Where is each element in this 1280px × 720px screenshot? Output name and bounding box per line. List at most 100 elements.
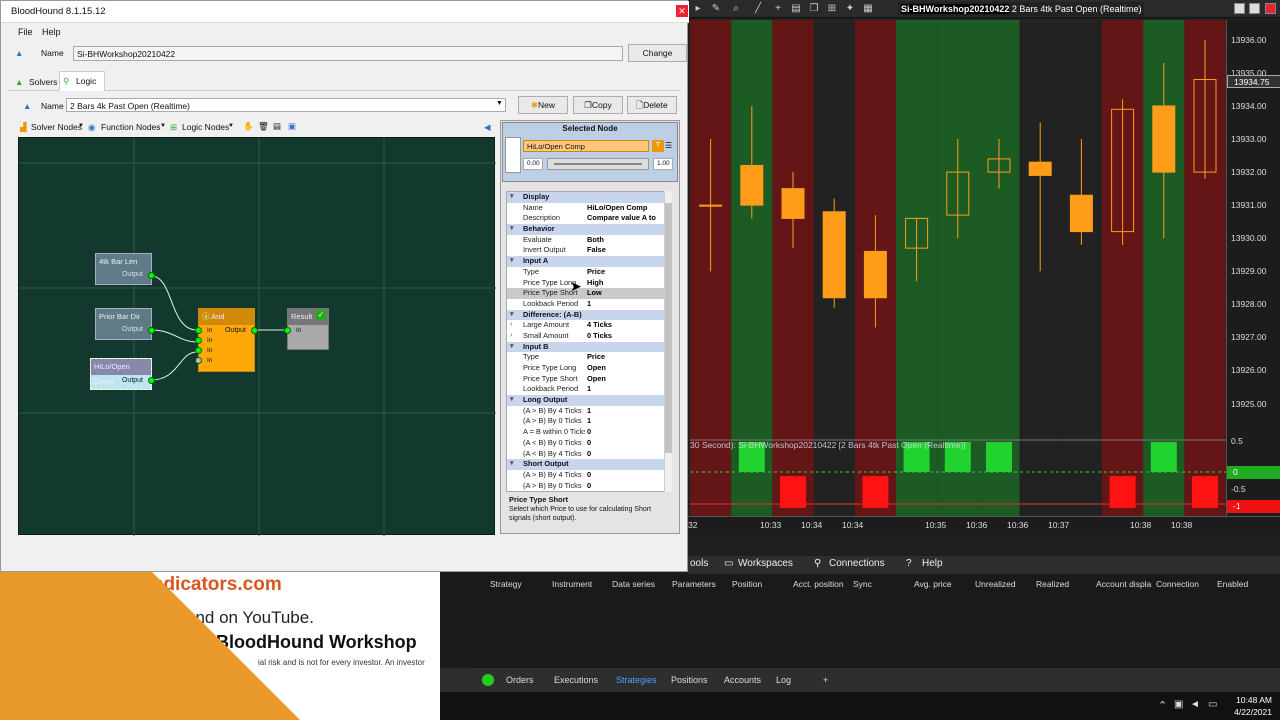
property-row[interactable]: › Large Amount 4 Ticks — [507, 320, 671, 331]
property-value[interactable]: Low — [587, 288, 602, 299]
property-row[interactable]: Description Compare value A to — [507, 213, 671, 224]
property-row[interactable]: Type Price — [507, 267, 671, 278]
property-value[interactable]: 0 — [587, 470, 591, 481]
close-icon[interactable]: ✕ — [676, 5, 688, 17]
chevron-down-icon[interactable]: ▾ — [510, 192, 514, 203]
node-prior-bar-dir[interactable]: Prior Bar Dir Output — [95, 308, 155, 340]
delete-button[interactable]: 🗋Delete — [627, 96, 677, 114]
property-row[interactable]: Price Type Short Low — [507, 288, 671, 299]
property-category[interactable]: ▾ Input B — [507, 341, 671, 353]
col-realized[interactable]: Realized — [1036, 579, 1069, 589]
new-button[interactable]: ✱New — [518, 96, 568, 114]
property-value[interactable]: 0 — [587, 427, 591, 438]
property-scrollbar[interactable] — [664, 191, 672, 492]
property-value[interactable]: 1 — [587, 406, 591, 417]
property-row[interactable]: Lookback Period 1 — [507, 299, 671, 310]
property-row[interactable]: Name HiLo/Open Comp — [507, 203, 671, 214]
menu-workspaces[interactable]: Workspaces — [738, 558, 793, 569]
arrow-icon[interactable]: ▸ — [692, 3, 704, 15]
function-nodes-dropdown[interactable]: Function Nodes — [101, 122, 161, 132]
property-value[interactable]: Compare value A to — [587, 213, 656, 224]
property-row[interactable]: Price Type Short Open — [507, 374, 671, 385]
property-grid[interactable]: ▾ Display Name HiLo/Open Comp Description Com… — [506, 191, 672, 492]
properties-icon[interactable]: ⊞ — [826, 3, 838, 15]
property-value[interactable]: HiLo/Open Comp — [587, 203, 647, 214]
tab-logic-active[interactable]: ⚲ Logic — [59, 71, 105, 91]
col-unrealized[interactable]: Unrealized — [975, 579, 1016, 589]
property-row[interactable]: Lookback Period 1 — [507, 384, 671, 395]
change-button[interactable]: Change — [628, 44, 687, 62]
copy-icon[interactable]: ❐ — [808, 3, 820, 15]
strategies-grid[interactable]: Strategy Instrument Data series Paramete… — [476, 574, 1280, 668]
input-port[interactable] — [195, 357, 202, 364]
property-row[interactable]: Invert Output False — [507, 245, 671, 256]
property-value[interactable]: 4 Ticks — [587, 320, 612, 331]
collapse-logic-icon[interactable]: ▲ — [23, 101, 31, 111]
property-row[interactable]: Price Type Long High — [507, 278, 671, 289]
price-axis[interactable]: 13936.00 13935.00 13934.00 13933.00 13932.00… — [1226, 20, 1280, 516]
node-canvas[interactable]: 4tk Bar Len Output Prior Bar Dir Output … — [18, 137, 496, 536]
network-icon[interactable]: ▣ — [1174, 699, 1183, 710]
property-row[interactable]: (A > B) By 0 Ticks 1 — [507, 416, 671, 427]
image-icon[interactable]: ▦ — [862, 3, 874, 15]
collapse-icon[interactable]: ▲ — [15, 48, 23, 58]
copy-button[interactable]: ❐Copy — [573, 96, 623, 114]
property-row[interactable]: (A < B) By 0 Ticks 0 — [507, 438, 671, 449]
property-value[interactable]: 0 — [587, 449, 591, 460]
logic-name-select[interactable]: 2 Bars 4k Past Open (Realtime) — [66, 98, 506, 112]
property-row[interactable]: › Small Amount 0 Ticks — [507, 331, 671, 342]
property-row[interactable]: Price Type Long Open — [507, 363, 671, 374]
input-port[interactable] — [195, 327, 202, 334]
node-4tk-bar-len[interactable]: 4tk Bar Len Output — [95, 253, 155, 285]
solver-name-field[interactable]: Si-BHWorkshop20210422 — [73, 46, 623, 61]
line-tool-icon[interactable]: ╱ — [752, 3, 764, 15]
tab-executions[interactable]: Executions — [554, 675, 598, 685]
clock-time[interactable]: 10:48 AM — [1224, 695, 1272, 705]
slider-min[interactable]: 0.00 — [523, 158, 543, 170]
property-value[interactable]: Open — [587, 363, 606, 374]
menu-tools[interactable]: ools — [690, 558, 708, 569]
menu-help[interactable]: Help — [42, 27, 61, 37]
col-instrument[interactable]: Instrument — [552, 579, 592, 589]
col-acct-position[interactable]: Acct. position — [793, 579, 844, 589]
col-enabled[interactable]: Enabled — [1217, 579, 1248, 589]
menu-help[interactable]: Help — [922, 558, 943, 569]
crosshair-icon[interactable]: + — [772, 3, 784, 15]
property-row[interactable]: (A < B) By 4 Ticks 0 — [507, 449, 671, 460]
solver-nodes-dropdown[interactable]: Solver Nodes — [31, 122, 82, 132]
minimize-icon[interactable] — [1233, 3, 1245, 14]
property-row[interactable]: Evaluate Both — [507, 235, 671, 246]
output-port[interactable] — [148, 377, 155, 384]
clock-date[interactable]: 4/22/2021 — [1224, 707, 1272, 717]
property-value[interactable]: Both — [587, 235, 604, 246]
property-value[interactable]: Price — [587, 267, 605, 278]
col-strategy[interactable]: Strategy — [490, 579, 522, 589]
property-value[interactable]: False — [587, 245, 606, 256]
node-and[interactable]: ⓐ And In In In In Output — [195, 308, 258, 372]
output-port[interactable] — [148, 327, 155, 334]
close-icon[interactable] — [1265, 3, 1276, 14]
property-value[interactable]: Open — [587, 374, 606, 385]
tab-accounts[interactable]: Accounts — [724, 675, 761, 685]
chevron-down-icon[interactable]: ▾ — [510, 342, 514, 353]
list-icon[interactable]: ☰ — [665, 141, 672, 150]
property-category[interactable]: ▾ Short Output — [507, 459, 671, 470]
property-value[interactable]: 1 — [587, 299, 591, 310]
chevron-right-icon[interactable]: › — [510, 331, 512, 342]
volume-icon[interactable]: ◄ — [1190, 699, 1200, 710]
property-value[interactable]: 1 — [587, 416, 591, 427]
output-port[interactable] — [251, 327, 258, 334]
col-parameters[interactable]: Parameters — [672, 579, 716, 589]
slider-max[interactable]: 1.00 — [653, 158, 673, 170]
hand-icon[interactable]: ✋ — [243, 121, 254, 132]
property-row[interactable]: Type Price — [507, 352, 671, 363]
menu-connections[interactable]: Connections — [829, 558, 885, 569]
tab-log[interactable]: Log — [776, 675, 791, 685]
output-port[interactable] — [148, 272, 155, 279]
property-row[interactable]: A = B within 0 Ticks 0 — [507, 427, 671, 438]
selected-node-name[interactable]: HiLo/Open Comp — [523, 140, 649, 152]
node-hilo-open-comp[interactable]: HiLo/Open Comp Output — [90, 358, 155, 390]
property-value[interactable]: 1 — [587, 384, 591, 395]
chevron-down-icon[interactable]: ▼ — [496, 100, 503, 107]
property-value[interactable]: High — [587, 278, 603, 289]
